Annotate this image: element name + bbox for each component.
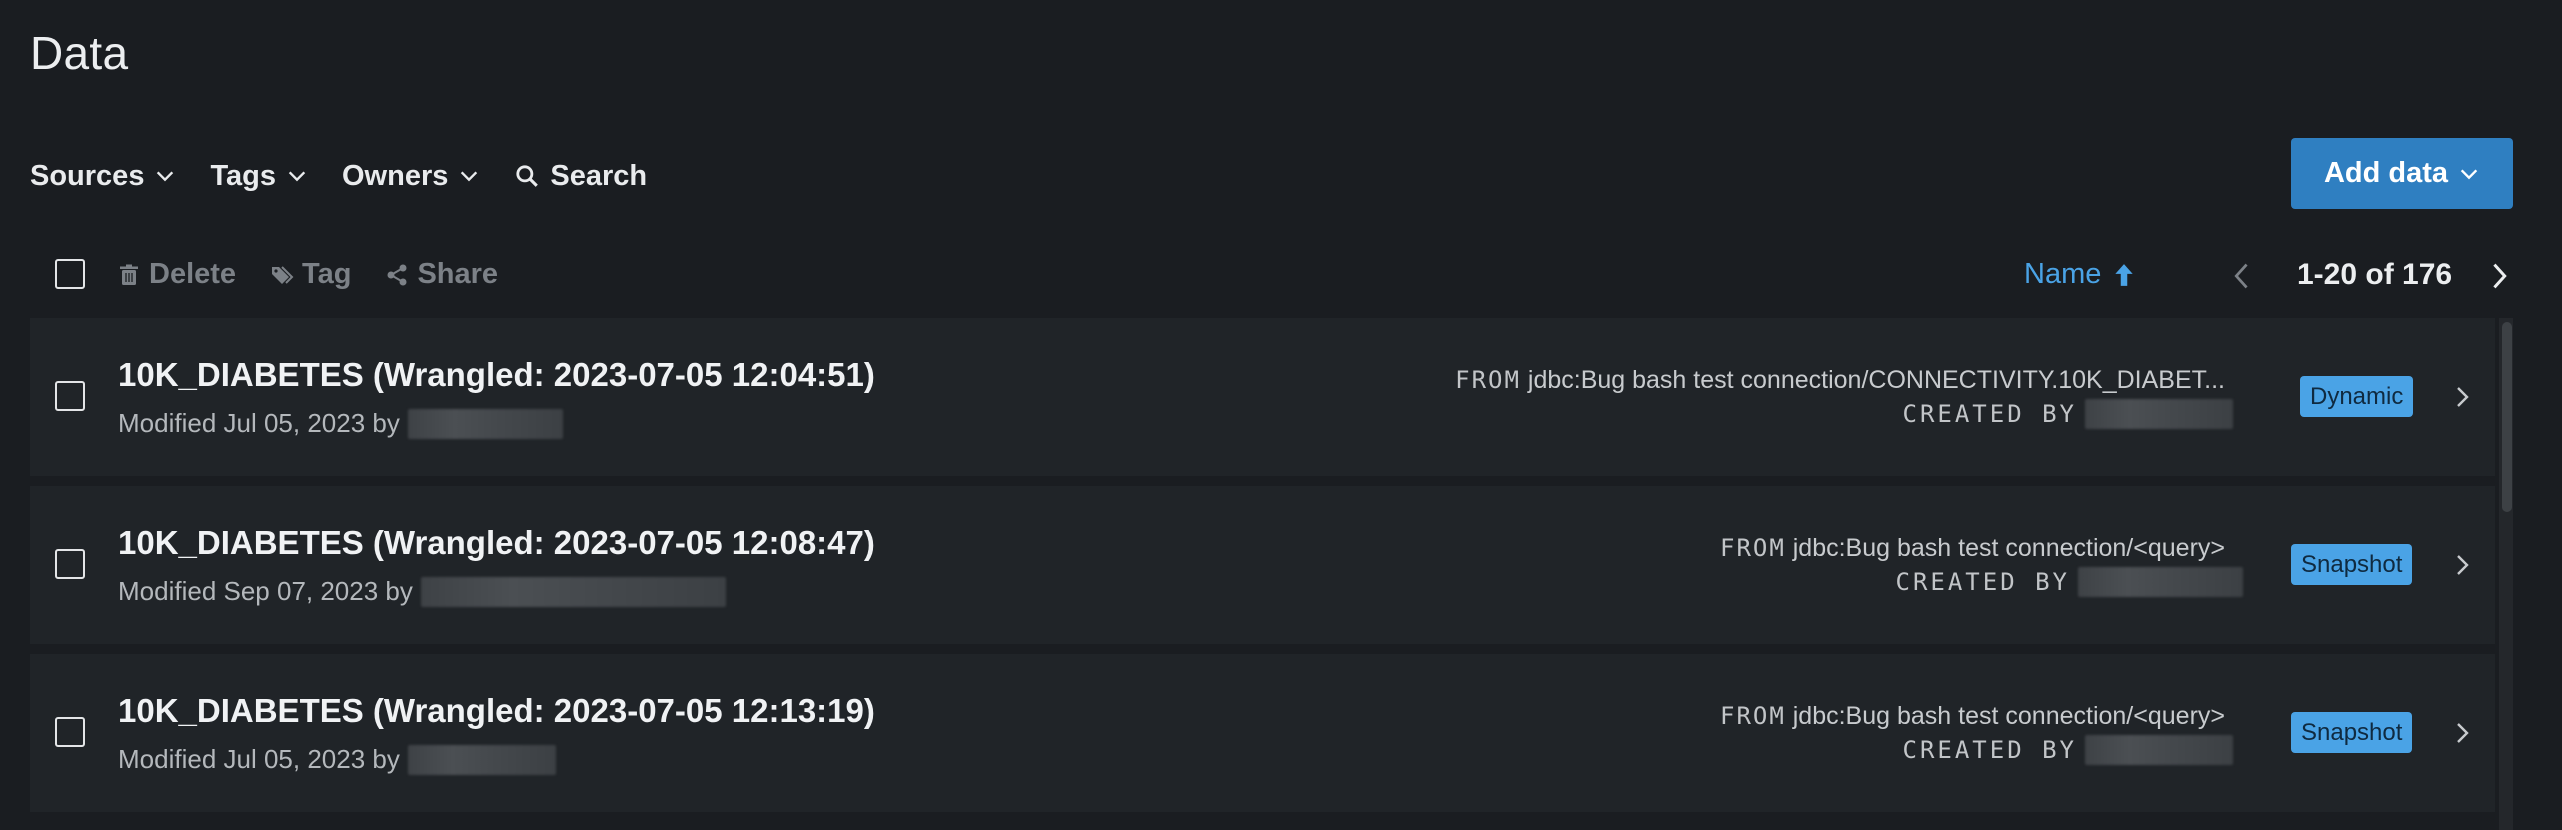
sort-by-name[interactable]: Name: [2024, 258, 2135, 291]
sources-filter[interactable]: Sources: [30, 160, 176, 193]
from-label: FROM: [1720, 702, 1786, 730]
share-label: Share: [417, 258, 499, 290]
tags-filter-label: Tags: [210, 159, 276, 192]
created-by: CREATED BY: [1902, 735, 2233, 765]
source-text: jdbc:Bug bash test connection/<query>: [1792, 702, 2225, 730]
share-icon: [387, 264, 407, 285]
chevron-right-icon: [2457, 387, 2469, 407]
created-by: CREATED BY: [1895, 567, 2243, 597]
tags-filter[interactable]: Tags: [210, 160, 308, 193]
sort-label: Name: [2024, 258, 2102, 290]
redacted-owner: [407, 744, 556, 775]
modified-info: Modified Jul 05, 2023 by: [118, 744, 556, 775]
add-data-label: Add data: [2323, 157, 2449, 189]
created-by-label: CREATED BY: [1902, 400, 2077, 428]
from-label: FROM: [1455, 366, 1521, 394]
created-by-label: CREATED BY: [1902, 736, 2077, 764]
row-checkbox[interactable]: [55, 717, 85, 747]
list-item[interactable]: 10K_DIABETES (Wrangled: 2023-07-05 12:13…: [30, 654, 2495, 812]
tag-button[interactable]: Tag: [270, 258, 351, 291]
redacted-owner: [420, 576, 726, 607]
arrow-up-icon: [2115, 263, 2134, 286]
delete-button[interactable]: Delete: [117, 258, 236, 291]
page-title: Data: [30, 27, 129, 79]
source-info: FROM jdbc:Bug bash test connection/CONNE…: [1455, 366, 2225, 395]
chevron-down-icon: [461, 171, 478, 182]
dataset-title: 10K_DIABETES (Wrangled: 2023-07-05 12:13…: [118, 692, 875, 729]
chevron-down-icon: [288, 171, 306, 182]
delete-label: Delete: [149, 258, 237, 290]
status-badge: Snapshot: [2291, 544, 2413, 585]
filter-bar: Sources Tags Owners Search: [30, 156, 681, 196]
source-info: FROM jdbc:Bug bash test connection/<quer…: [1720, 534, 2225, 563]
search-icon: [516, 165, 539, 187]
pagination-text: 1-20 of 176: [2297, 258, 2453, 291]
owners-filter-label: Owners: [342, 159, 449, 192]
next-page-icon[interactable]: [2485, 260, 2513, 292]
scrollbar-thumb[interactable]: [2502, 322, 2512, 512]
list-item[interactable]: 10K_DIABETES (Wrangled: 2023-07-05 12:08…: [30, 486, 2495, 644]
row-checkbox[interactable]: [55, 549, 85, 579]
redacted-creator: [2078, 567, 2243, 597]
search-button[interactable]: Search: [514, 160, 647, 193]
dataset-title: 10K_DIABETES (Wrangled: 2023-07-05 12:04…: [118, 356, 875, 393]
tag-label: Tag: [302, 258, 352, 290]
modified-text: Modified Jul 05, 2023 by: [118, 744, 400, 774]
dataset-list: 10K_DIABETES (Wrangled: 2023-07-05 12:04…: [30, 318, 2495, 822]
select-all-checkbox[interactable]: [55, 259, 85, 289]
search-label: Search: [550, 159, 648, 192]
chevron-right-icon: [2457, 723, 2469, 743]
owners-filter[interactable]: Owners: [342, 160, 480, 193]
chevron-down-icon: [157, 171, 174, 182]
chevron-down-icon: [2460, 168, 2478, 179]
source-text: jdbc:Bug bash test connection/CONNECTIVI…: [1527, 366, 2225, 394]
from-label: FROM: [1720, 534, 1786, 562]
trash-icon: [120, 264, 138, 285]
bulk-actions: Delete Tag Share: [117, 258, 498, 291]
sources-filter-label: Sources: [30, 159, 145, 192]
source-info: FROM jdbc:Bug bash test connection/<quer…: [1720, 702, 2225, 731]
data-page: Data Sources Tags Owners Search Add data…: [0, 0, 2562, 830]
row-checkbox[interactable]: [55, 381, 85, 411]
modified-info: Modified Sep 07, 2023 by: [118, 576, 726, 607]
modified-info: Modified Jul 05, 2023 by: [118, 408, 563, 439]
redacted-owner: [407, 408, 563, 439]
dataset-title: 10K_DIABETES (Wrangled: 2023-07-05 12:08…: [118, 524, 875, 561]
created-by-label: CREATED BY: [1895, 568, 2070, 596]
add-data-button[interactable]: Add data: [2291, 138, 2513, 209]
status-badge: Snapshot: [2291, 712, 2413, 753]
status-badge: Dynamic: [2300, 376, 2414, 417]
redacted-creator: [2085, 399, 2233, 429]
list-item[interactable]: 10K_DIABETES (Wrangled: 2023-07-05 12:04…: [30, 318, 2495, 476]
modified-text: Modified Jul 05, 2023 by: [118, 408, 400, 438]
modified-text: Modified Sep 07, 2023 by: [118, 576, 413, 606]
source-text: jdbc:Bug bash test connection/<query>: [1792, 534, 2225, 562]
created-by: CREATED BY: [1902, 399, 2233, 429]
share-button[interactable]: Share: [385, 258, 498, 291]
list-toolbar: Delete Tag Share Name 1-20 of 176: [0, 250, 2562, 302]
redacted-creator: [2085, 735, 2233, 765]
chevron-right-icon: [2457, 555, 2469, 575]
tag-icon: [272, 265, 294, 284]
previous-page-icon[interactable]: [2228, 260, 2256, 292]
